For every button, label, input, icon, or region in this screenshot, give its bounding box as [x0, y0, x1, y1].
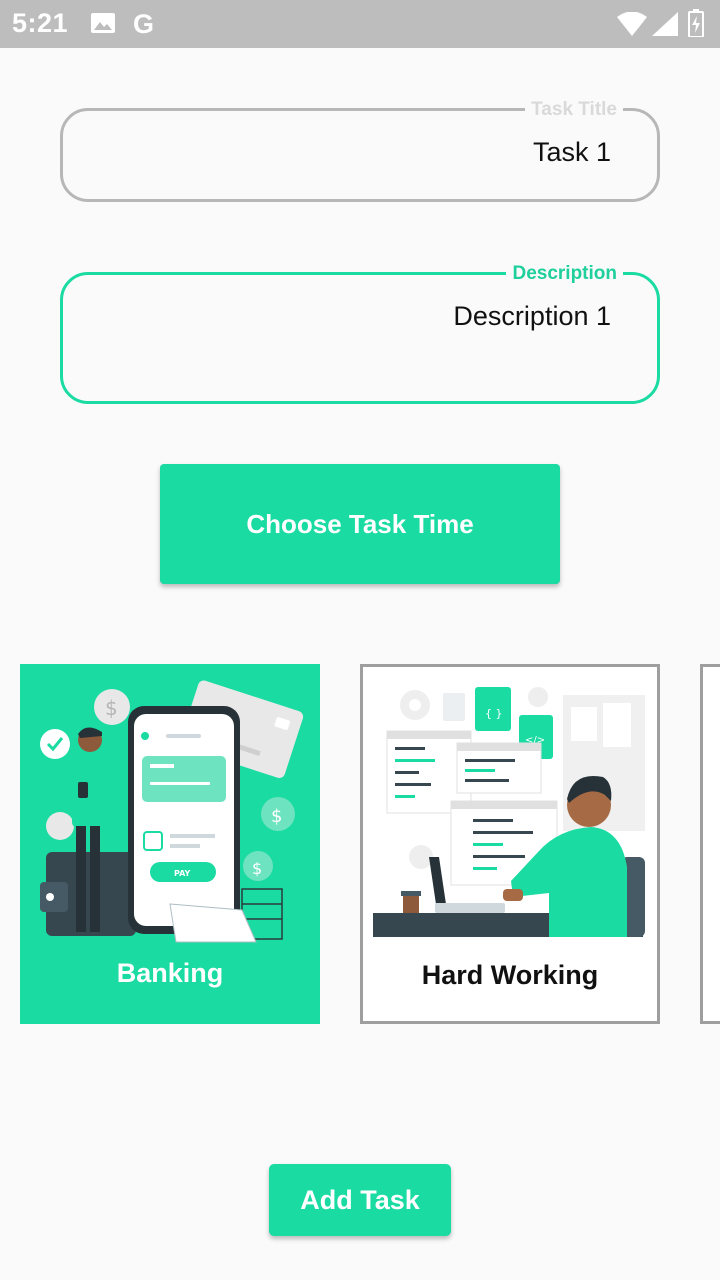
- image-notification-icon: [91, 13, 115, 33]
- battery-icon: [688, 9, 704, 37]
- svg-text:$: $: [252, 859, 262, 878]
- category-label-banking: Banking: [116, 958, 224, 988]
- description-value[interactable]: Description 1: [453, 301, 611, 332]
- category-card-hard-working[interactable]: { } </> Hard Working: [360, 664, 660, 1024]
- description-label: Description: [506, 263, 623, 285]
- category-card-next-partial[interactable]: [700, 664, 720, 1024]
- svg-text:{ }: { }: [485, 707, 503, 720]
- category-label-hard-working: Hard Working: [421, 960, 599, 990]
- task-title-value[interactable]: Task 1: [533, 137, 611, 168]
- status-bar: 5:21 G: [0, 0, 720, 48]
- category-card-banking[interactable]: $ $ $ PAY Banking: [20, 664, 320, 1024]
- task-title-field[interactable]: Task Title Task 1: [60, 99, 660, 202]
- svg-text:PAY: PAY: [174, 869, 191, 878]
- svg-text:$: $: [271, 806, 282, 827]
- task-title-label: Task Title: [525, 99, 623, 121]
- choose-task-time-button[interactable]: Choose Task Time: [160, 464, 560, 584]
- wifi-icon: [617, 12, 647, 36]
- banking-illustration: $ $ $ PAY: [40, 680, 304, 943]
- hard-working-illustration: { } </>: [373, 687, 645, 937]
- add-task-button[interactable]: Add Task: [269, 1164, 451, 1236]
- cell-signal-icon: [652, 12, 678, 36]
- description-field[interactable]: Description Description 1: [60, 263, 660, 404]
- svg-text:$: $: [105, 696, 118, 720]
- google-notification-icon: G: [133, 9, 155, 39]
- status-time: 5:21: [12, 8, 69, 38]
